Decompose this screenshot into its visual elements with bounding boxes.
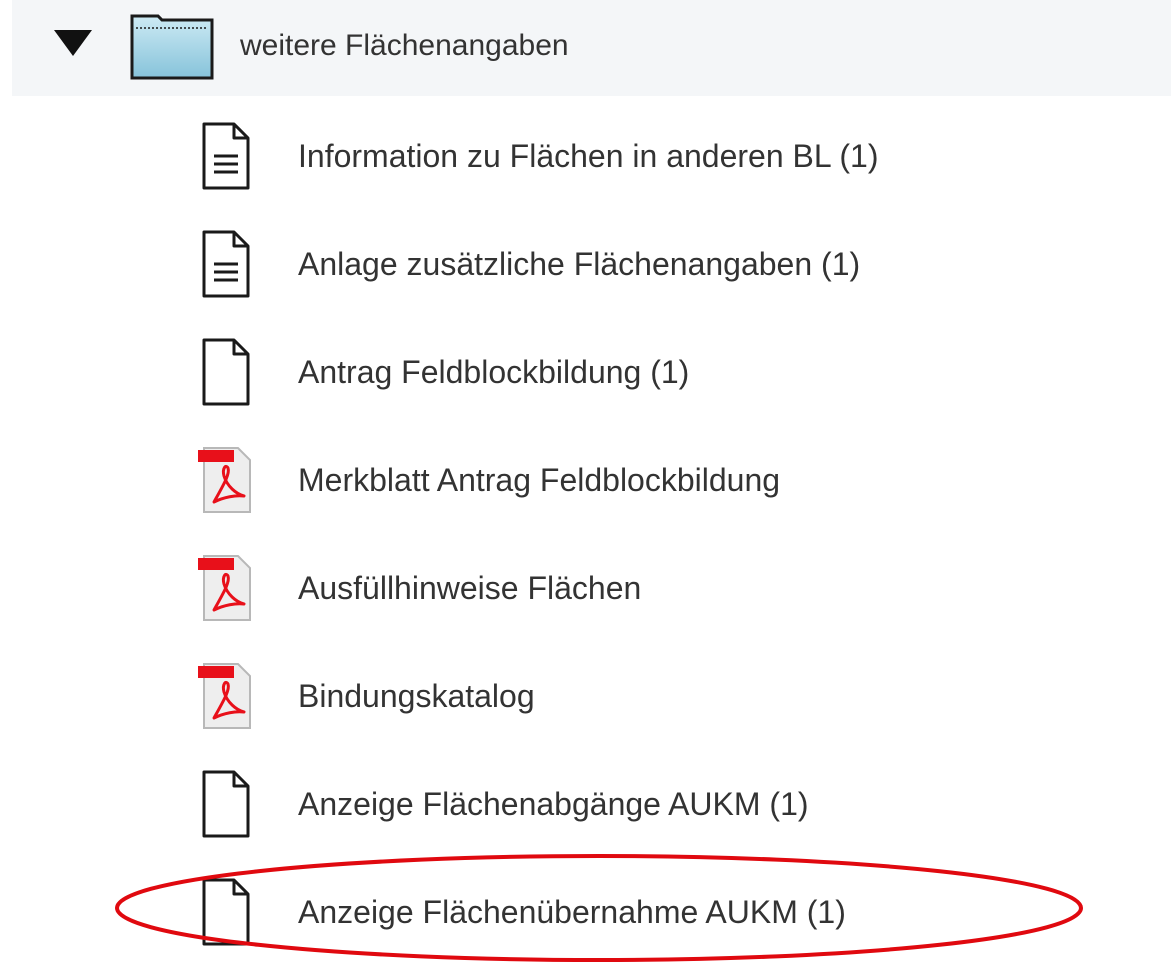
pdf-icon bbox=[198, 447, 251, 513]
tree-item-anlage-zusaetzliche[interactable]: Anlage zusätzliche Flächenangaben (1) bbox=[180, 218, 1080, 310]
tree-item-label: Anlage zusätzliche Flächenangaben (1) bbox=[298, 246, 861, 282]
blank-document-icon bbox=[202, 338, 250, 406]
blank-document-icon bbox=[202, 878, 250, 946]
tree-item-anzeige-flaechenuebernahme[interactable]: Anzeige Flächenübernahme AUKM (1) bbox=[180, 866, 1080, 958]
triangle-down-icon[interactable] bbox=[54, 30, 92, 56]
pdf-icon bbox=[198, 663, 251, 729]
blank-document-icon bbox=[202, 770, 250, 838]
tree-item-label: Information zu Flächen in anderen BL (1) bbox=[298, 138, 879, 174]
document-lines-icon bbox=[202, 122, 250, 190]
folder-label[interactable]: weitere Flächenangaben bbox=[240, 24, 569, 68]
pdf-icon bbox=[198, 555, 251, 621]
tree-item-bindungskatalog[interactable]: Bindungskatalog bbox=[180, 650, 1080, 742]
tree-item-ausfuellhinweise[interactable]: Ausfüllhinweise Flächen bbox=[180, 542, 1080, 634]
tree-item-label: Ausfüllhinweise Flächen bbox=[298, 570, 642, 606]
tree-item-label: Bindungskatalog bbox=[298, 678, 535, 714]
document-lines-icon bbox=[202, 230, 250, 298]
tree-item-merkblatt[interactable]: Merkblatt Antrag Feldblockbildung bbox=[180, 434, 1080, 526]
tree-item-information-flaechen[interactable]: Information zu Flächen in anderen BL (1) bbox=[180, 110, 1080, 202]
tree-item-label: Merkblatt Antrag Feldblockbildung bbox=[298, 462, 781, 498]
tree-item-label: Antrag Feldblockbildung (1) bbox=[298, 354, 690, 390]
tree-item-antrag-feldblockbildung[interactable]: Antrag Feldblockbildung (1) bbox=[180, 326, 1080, 418]
tree-item-label: Anzeige Flächenübernahme AUKM (1) bbox=[298, 894, 846, 930]
folder-icon bbox=[130, 14, 214, 80]
tree-item-anzeige-flaechenabgaenge[interactable]: Anzeige Flächenabgänge AUKM (1) bbox=[180, 758, 1080, 850]
tree-item-label: Anzeige Flächenabgänge AUKM (1) bbox=[298, 786, 809, 822]
